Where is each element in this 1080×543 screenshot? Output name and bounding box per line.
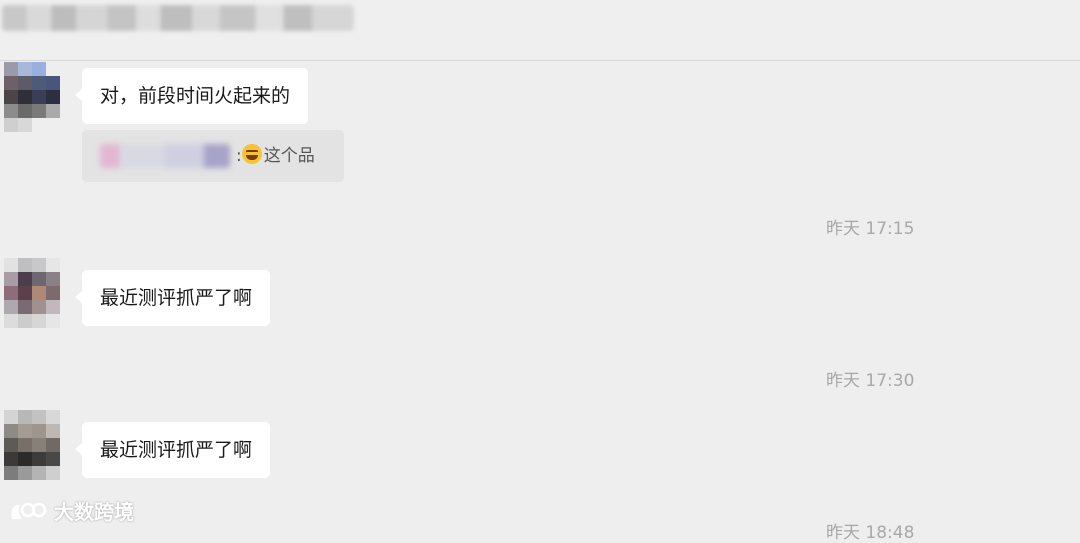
watermark: 大数跨境 (8, 496, 134, 526)
quoted-message[interactable]: : 这个品 (82, 130, 344, 182)
timestamp: 昨天 17:15 (826, 219, 915, 239)
message-bubble[interactable]: 最近测评抓严了啊 (74, 422, 271, 478)
chat-header (0, 0, 1080, 61)
avatar[interactable] (4, 62, 60, 132)
quoted-message-text: 这个品 (263, 146, 315, 166)
quoted-text: : 这个品 (236, 130, 315, 182)
quoted-sender-blurred (100, 144, 230, 168)
quote-separator: : (236, 146, 242, 166)
watermark-logo-icon (11, 502, 47, 519)
watermark-text: 大数跨境 (54, 500, 134, 524)
timestamp: 昨天 18:48 (826, 523, 915, 543)
message-bubble[interactable]: 对，前段时间火起来的 (74, 68, 309, 124)
timestamp: 昨天 17:30 (826, 371, 915, 391)
laughing-emoji-icon (241, 144, 262, 164)
avatar[interactable] (4, 410, 60, 480)
chat-title-blurred (2, 5, 354, 31)
message-bubble[interactable]: 最近测评抓严了啊 (74, 270, 271, 326)
avatar[interactable] (4, 258, 60, 328)
